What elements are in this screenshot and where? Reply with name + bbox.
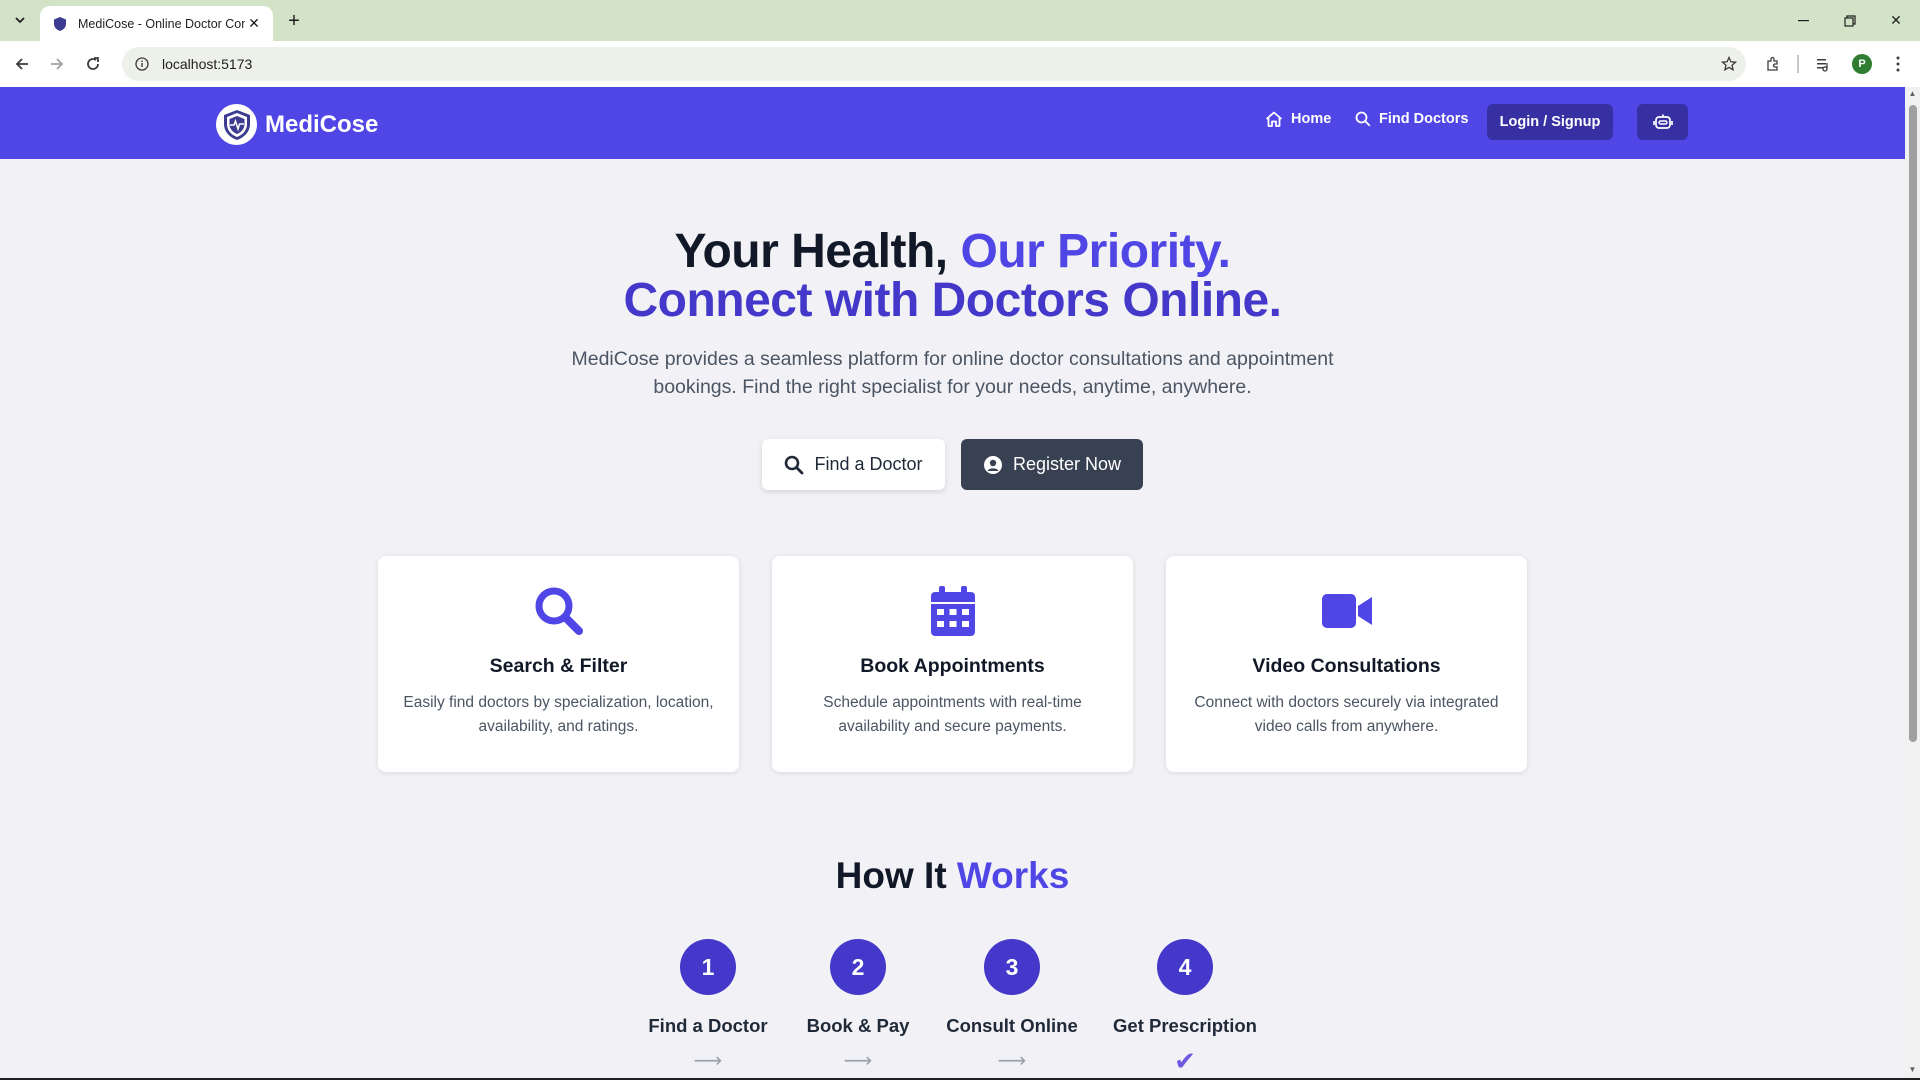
- profile-avatar[interactable]: P: [1848, 50, 1876, 78]
- browser-tabstrip: MediCose - Online Doctor Con ✕ + ✕: [0, 0, 1920, 41]
- menu-kebab-icon[interactable]: [1884, 50, 1912, 78]
- hero-title-line1: Your Health, Our Priority.: [0, 227, 1905, 276]
- register-now-button[interactable]: Register Now: [961, 439, 1143, 490]
- reload-icon[interactable]: [79, 50, 107, 78]
- robot-icon: [1652, 114, 1673, 129]
- how-it-works-title-part1: How It: [835, 855, 957, 896]
- scroll-down-arrow-icon[interactable]: ▼: [1908, 1065, 1917, 1075]
- nav-home-link[interactable]: Home: [1265, 111, 1331, 127]
- tab-title: MediCose - Online Doctor Con: [78, 16, 245, 31]
- search-icon: [785, 455, 804, 474]
- step-number: 2: [830, 939, 886, 995]
- new-tab-plus-icon[interactable]: +: [281, 8, 307, 34]
- feature-description: Easily find doctors by specialization, l…: [403, 694, 714, 735]
- step-label: Get Prescription: [1113, 1015, 1257, 1036]
- arrow-right-icon: ⟶: [997, 1050, 1027, 1072]
- find-doctor-label: Find a Doctor: [814, 454, 923, 474]
- register-now-label: Register Now: [1012, 454, 1122, 474]
- nav-find-doctors-label: Find Doctors: [1379, 111, 1469, 127]
- how-it-works-title: How It Works: [0, 855, 1905, 897]
- feature-description: Connect with doctors securely via integr…: [1194, 694, 1499, 735]
- feature-title: Search & Filter: [489, 655, 628, 677]
- page-scrollbar[interactable]: ▲ ▼: [1905, 87, 1920, 1078]
- hero-title-part1: Your Health,: [674, 225, 961, 278]
- toolbar-divider: [1797, 55, 1799, 73]
- home-icon: [1265, 111, 1283, 127]
- hero-title-line2: Connect with Doctors Online.: [0, 276, 1905, 325]
- hero-title-line2-text: Connect with Doctors Online.: [623, 274, 1282, 327]
- bookmark-star-icon[interactable]: [1712, 47, 1746, 81]
- hero-title-part2: Our Priority.: [960, 225, 1231, 278]
- brand-name: MediCose: [265, 110, 379, 138]
- minimize-icon[interactable]: [1781, 0, 1827, 41]
- step-number: 1: [680, 939, 736, 995]
- hero-subtitle: MediCose provides a seamless platform fo…: [571, 348, 1334, 398]
- url-text: localhost:5173: [162, 56, 253, 72]
- nav-find-doctors-link[interactable]: Find Doctors: [1355, 111, 1468, 127]
- restore-icon[interactable]: [1827, 0, 1873, 41]
- feature-title: Video Consultations: [1252, 655, 1441, 677]
- media-queue-icon[interactable]: [1810, 50, 1838, 78]
- checkmark-icon: ✔: [1174, 1046, 1196, 1076]
- brand[interactable]: MediCose: [216, 104, 378, 145]
- login-signup-button[interactable]: Login / Signup: [1487, 104, 1613, 140]
- feature-card-search: Search & Filter Easily find doctors by s…: [378, 556, 739, 772]
- scrollbar-thumb[interactable]: [1909, 105, 1917, 742]
- scroll-up-arrow-icon[interactable]: ▲: [1908, 89, 1917, 99]
- extensions-puzzle-icon[interactable]: [1759, 50, 1787, 78]
- calendar-icon: [772, 585, 1133, 637]
- profile-initial: P: [1852, 54, 1872, 74]
- shield-logo-icon: [216, 104, 257, 145]
- step-4: 4 Get Prescription ✔: [1085, 939, 1285, 1076]
- shield-favicon-icon: [52, 16, 68, 32]
- video-camera-icon: [1166, 585, 1527, 637]
- tab-close-icon[interactable]: ✕: [245, 15, 263, 33]
- site-navbar: MediCose Home Find Doctors Login / Signu…: [0, 87, 1905, 159]
- tab-search-chevron-icon[interactable]: [8, 8, 32, 32]
- site-info-icon[interactable]: [134, 56, 150, 72]
- browser-tab[interactable]: MediCose - Online Doctor Con ✕: [40, 6, 273, 41]
- nav-home-label: Home: [1291, 111, 1332, 127]
- chatbot-button[interactable]: [1637, 104, 1688, 140]
- forward-arrow-icon[interactable]: [43, 50, 71, 78]
- page-viewport: MediCose Home Find Doctors Login / Signu…: [0, 87, 1905, 1078]
- search-icon: [1355, 111, 1371, 127]
- close-window-icon[interactable]: ✕: [1873, 0, 1919, 41]
- user-circle-icon: [983, 455, 1002, 474]
- feature-description: Schedule appointments with real-time ava…: [823, 694, 1082, 735]
- step-number: 3: [984, 939, 1040, 995]
- feature-card-video: Video Consultations Connect with doctors…: [1166, 556, 1527, 772]
- step-3: 3 Consult Online ⟶: [912, 939, 1112, 1071]
- back-arrow-icon[interactable]: [8, 50, 36, 78]
- feature-card-book: Book Appointments Schedule appointments …: [772, 556, 1133, 772]
- find-doctor-button[interactable]: Find a Doctor: [762, 439, 945, 490]
- search-icon: [378, 585, 739, 637]
- how-it-works-title-part2: Works: [956, 855, 1070, 896]
- step-label: Consult Online: [946, 1015, 1078, 1036]
- feature-title: Book Appointments: [860, 655, 1045, 677]
- address-bar[interactable]: localhost:5173: [122, 47, 1746, 81]
- step-number: 4: [1157, 939, 1213, 995]
